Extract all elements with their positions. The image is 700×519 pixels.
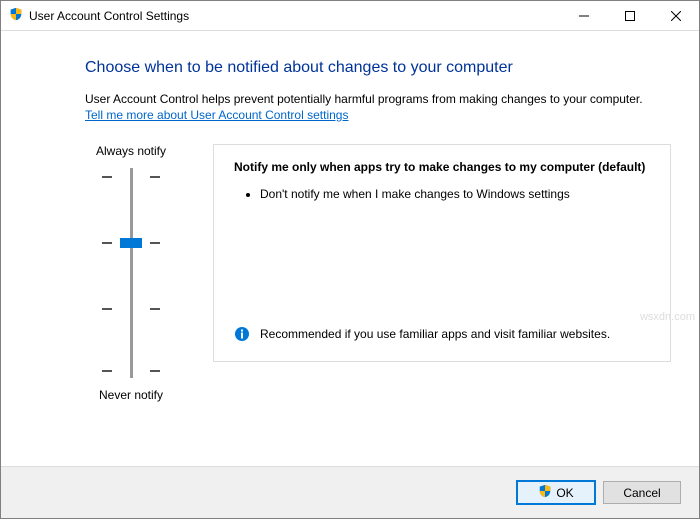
close-button[interactable] <box>653 1 699 30</box>
info-recommendation-text: Recommended if you use familiar apps and… <box>260 326 610 343</box>
notification-slider[interactable] <box>102 168 160 378</box>
info-bullets: Don't notify me when I make changes to W… <box>234 186 650 209</box>
maximize-button[interactable] <box>607 1 653 30</box>
info-recommendation: Recommended if you use familiar apps and… <box>234 326 650 347</box>
footer: OK Cancel <box>1 466 699 518</box>
page-heading: Choose when to be notified about changes… <box>85 59 671 77</box>
uac-settings-window: User Account Control Settings Choose whe… <box>0 0 700 519</box>
shield-icon <box>9 7 23 24</box>
minimize-button[interactable] <box>561 1 607 30</box>
shield-icon <box>538 484 552 501</box>
cancel-button[interactable]: Cancel <box>603 481 681 504</box>
content-area: Choose when to be notified about changes… <box>1 31 699 466</box>
page-description: User Account Control helps prevent poten… <box>85 91 671 108</box>
slider-bottom-label: Never notify <box>99 388 163 402</box>
slider-area: Always notify Never notify Notify me onl… <box>85 144 671 402</box>
info-icon <box>234 326 250 347</box>
window-controls <box>561 1 699 30</box>
window-title: User Account Control Settings <box>29 9 189 23</box>
slider-track <box>130 168 133 378</box>
cancel-button-label: Cancel <box>623 486 660 500</box>
info-bullet-item: Don't notify me when I make changes to W… <box>260 186 650 203</box>
learn-more-link[interactable]: Tell me more about User Account Control … <box>85 108 348 122</box>
ok-button-label: OK <box>556 486 573 500</box>
info-panel: Notify me only when apps try to make cha… <box>213 144 671 362</box>
ok-button[interactable]: OK <box>517 481 595 504</box>
slider-column: Always notify Never notify <box>85 144 177 402</box>
slider-top-label: Always notify <box>96 144 166 158</box>
slider-thumb[interactable] <box>120 238 142 248</box>
info-title: Notify me only when apps try to make cha… <box>234 159 650 176</box>
titlebar: User Account Control Settings <box>1 1 699 31</box>
